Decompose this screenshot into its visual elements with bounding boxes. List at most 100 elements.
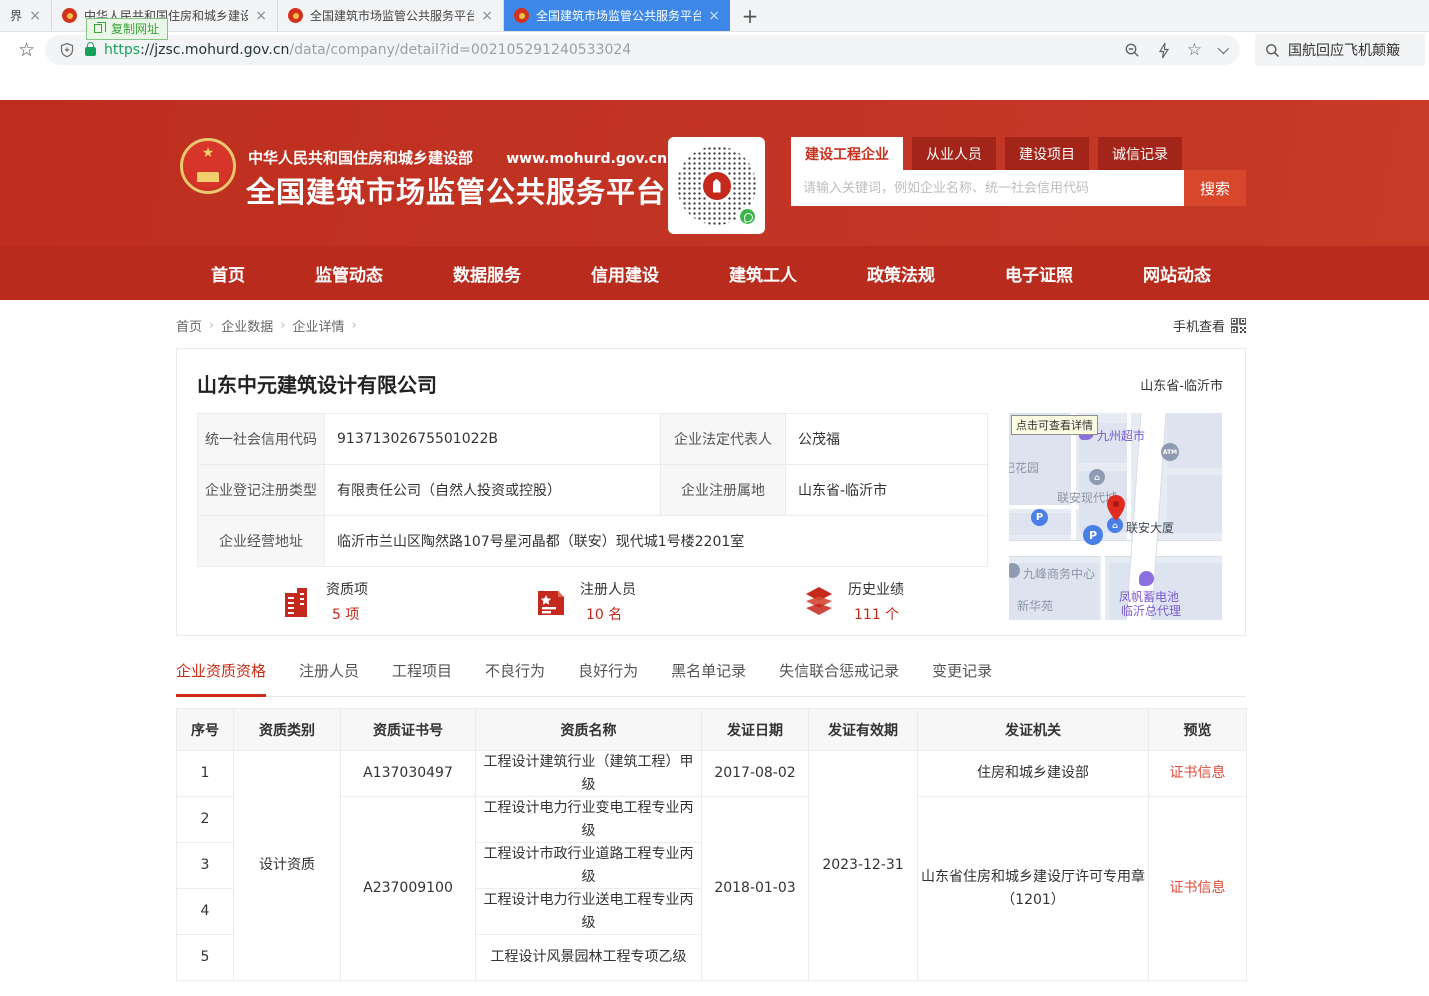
cell-authority: 山东省住房和城乡建设厅许可专用章（1201） bbox=[918, 797, 1149, 981]
nav-item-site-news[interactable]: 网站动态 bbox=[1143, 261, 1211, 286]
copy-icon bbox=[94, 24, 102, 33]
tab-good-behavior[interactable]: 良好行为 bbox=[578, 660, 638, 696]
mobile-view-button[interactable]: 手机查看 bbox=[1173, 316, 1246, 335]
cell-valid-until: 2023-12-31 bbox=[809, 751, 918, 981]
browser-url-row: ☆ https://jzsc.mohurd.gov.cn/data/compan… bbox=[0, 32, 1429, 68]
certificate-info-link[interactable]: 证书信息 bbox=[1149, 797, 1247, 981]
url-host: ://jzsc.mohurd.gov.cn bbox=[140, 42, 289, 58]
tab-title: 全国建筑市场监管公共服务平台 bbox=[310, 7, 474, 24]
bookmark-star-icon[interactable]: ☆ bbox=[18, 39, 35, 61]
nav-item-e-license[interactable]: 电子证照 bbox=[1005, 261, 1073, 286]
col-no: 序号 bbox=[177, 709, 234, 751]
copy-url-tooltip: 复制网址 bbox=[86, 18, 168, 40]
browser-tab-jzsc[interactable]: 全国建筑市场监管公共服务平台 × bbox=[278, 0, 504, 31]
building-icon bbox=[280, 585, 314, 619]
favorite-star-icon[interactable]: ☆ bbox=[1187, 40, 1202, 60]
col-cert-no: 资质证书号 bbox=[341, 709, 476, 751]
nav-item-credit[interactable]: 信用建设 bbox=[591, 261, 659, 286]
url-text: https://jzsc.mohurd.gov.cn/data/company/… bbox=[104, 42, 631, 58]
location-pin-icon bbox=[1107, 495, 1125, 521]
breadcrumb-home[interactable]: 首页 bbox=[176, 316, 202, 335]
cell-name: 工程设计市政行业道路工程专业丙级 bbox=[476, 843, 702, 889]
company-name: 山东中元建筑设计有限公司 bbox=[197, 369, 437, 398]
map-label-tower: 联安大厦 bbox=[1126, 519, 1174, 536]
layers-icon bbox=[802, 585, 836, 619]
stat-history-performance: 历史业绩 111 个 bbox=[802, 579, 904, 624]
nav-item-data-service[interactable]: 数据服务 bbox=[453, 261, 521, 286]
shield-plus-icon[interactable] bbox=[59, 42, 75, 58]
browser-tab-bar: 界 × 中华人民共和国住房和城乡建设 × 全国建筑市场监管公共服务平台 × 全国… bbox=[0, 0, 1429, 32]
address-bar[interactable]: https://jzsc.mohurd.gov.cn/data/company/… bbox=[45, 35, 1240, 65]
tab-close-icon[interactable]: × bbox=[255, 8, 267, 24]
stat-value: 10 名 bbox=[580, 604, 636, 624]
keyword-search-input[interactable] bbox=[791, 170, 1184, 206]
qr-center-logo-icon bbox=[701, 170, 733, 202]
site-top: ★ ★ 中华人民共和国住房和城乡建设部 www.mohurd.gov.cn 全国… bbox=[0, 100, 1429, 300]
tab-qualifications[interactable]: 企业资质资格 bbox=[176, 660, 266, 697]
platform-title: 全国建筑市场监管公共服务平台 bbox=[246, 169, 666, 211]
legal-rep-value: 公茂福 bbox=[786, 414, 988, 465]
reg-place-value: 山东省-临沂市 bbox=[786, 465, 988, 516]
detail-section-tabs: 企业资质资格 注册人员 工程项目 不良行为 良好行为 黑名单记录 失信联合惩戒记… bbox=[176, 660, 1246, 697]
cell-name: 工程设计电力行业送电工程专业丙级 bbox=[476, 889, 702, 935]
zoom-out-icon[interactable] bbox=[1124, 42, 1141, 59]
tab-title: 全国建筑市场监管公共服务平台 bbox=[536, 7, 701, 24]
ministry-url: www.mohurd.gov.cn bbox=[506, 151, 667, 167]
browser-tab-partial[interactable]: 界 × bbox=[0, 0, 52, 31]
chevron-down-icon[interactable] bbox=[1218, 46, 1226, 54]
address-label: 企业经营地址 bbox=[198, 516, 325, 567]
cell-name: 工程设计风景园林工程专项乙级 bbox=[476, 935, 702, 981]
stat-label: 历史业绩 bbox=[848, 579, 904, 599]
company-location-map[interactable]: 点击可查看详情 九州超市 ATM 记花园 ⌂ 联安现代城 P P ⌂ 联安大厦 … bbox=[1009, 413, 1222, 620]
trending-search-box[interactable]: 国航回应飞机颠簸 bbox=[1255, 34, 1425, 66]
certificate-info-link[interactable]: 证书信息 bbox=[1149, 751, 1247, 797]
tab-blacklist[interactable]: 黑名单记录 bbox=[671, 660, 746, 696]
tab-registered-personnel[interactable]: 注册人员 bbox=[299, 660, 359, 696]
legal-rep-label: 企业法定代表人 bbox=[661, 414, 786, 465]
breadcrumb-company-data[interactable]: 企业数据 bbox=[221, 316, 273, 335]
search-tab-personnel[interactable]: 从业人员 bbox=[912, 137, 996, 170]
flash-icon[interactable] bbox=[1157, 42, 1171, 59]
tab-bad-behavior[interactable]: 不良行为 bbox=[485, 660, 545, 696]
search-tab-credit[interactable]: 诚信记录 bbox=[1098, 137, 1182, 170]
tab-close-icon[interactable]: × bbox=[708, 8, 720, 24]
map-block bbox=[1167, 475, 1222, 533]
tab-close-icon[interactable]: × bbox=[481, 8, 493, 24]
map-label-xinhua: 新华苑 bbox=[1017, 597, 1053, 614]
tab-close-icon[interactable]: × bbox=[29, 8, 41, 24]
tab-dishonesty[interactable]: 失信联合惩戒记录 bbox=[779, 660, 899, 696]
search-button[interactable]: 搜索 bbox=[1184, 170, 1246, 206]
nav-item-policy[interactable]: 政策法规 bbox=[867, 261, 935, 286]
page-content: 首页 › 企业数据 › 企业详情 › 手机查看 山东中元建筑设计有限公司 山东省… bbox=[176, 315, 1246, 981]
cell-issue-date: 2017-08-02 bbox=[702, 751, 809, 797]
nav-item-home[interactable]: 首页 bbox=[211, 261, 245, 286]
tab-projects[interactable]: 工程项目 bbox=[392, 660, 452, 696]
col-authority: 发证机关 bbox=[918, 709, 1149, 751]
header-search-module: 建设工程企业 从业人员 建设项目 诚信记录 搜索 bbox=[791, 137, 1246, 206]
map-label-business-center: 九峰商务中心 bbox=[1023, 565, 1095, 582]
breadcrumb-company-detail[interactable]: 企业详情 bbox=[292, 316, 344, 335]
col-category: 资质类别 bbox=[234, 709, 341, 751]
site-header: 中华人民共和国住房和城乡建设部 www.mohurd.gov.cn 全国建筑市场… bbox=[0, 100, 1429, 246]
tab-change-records[interactable]: 变更记录 bbox=[932, 660, 992, 696]
nav-item-supervision[interactable]: 监管动态 bbox=[315, 261, 383, 286]
stat-value: 111 个 bbox=[848, 604, 904, 624]
parking-icon: P bbox=[1083, 525, 1103, 545]
emblem-favicon-icon bbox=[62, 8, 77, 23]
search-icon bbox=[1265, 43, 1280, 58]
map-road bbox=[1101, 556, 1105, 620]
national-emblem-icon bbox=[180, 138, 236, 194]
cell-name: 工程设计电力行业变电工程专业丙级 bbox=[476, 797, 702, 843]
breadcrumb: 首页 › 企业数据 › 企业详情 › 手机查看 bbox=[176, 315, 1246, 335]
new-tab-button[interactable]: + bbox=[730, 0, 770, 31]
table-header-row: 序号 资质类别 资质证书号 资质名称 发证日期 发证有效期 发证机关 预览 bbox=[177, 709, 1247, 751]
url-path: /data/company/detail?id=0021052912405330… bbox=[289, 42, 631, 58]
emblem-favicon-icon bbox=[514, 8, 529, 23]
cell-name: 工程设计建筑行业（建筑工程）甲级 bbox=[476, 751, 702, 797]
browser-tab-active[interactable]: 全国建筑市场监管公共服务平台 × bbox=[504, 0, 730, 31]
nav-item-workers[interactable]: 建筑工人 bbox=[729, 261, 797, 286]
search-tab-project[interactable]: 建设项目 bbox=[1005, 137, 1089, 170]
tab-title: 界 bbox=[10, 7, 22, 24]
table-row: 企业登记注册类型 有限责任公司（自然人投资或控股） 企业注册属地 山东省-临沂市 bbox=[198, 465, 988, 516]
search-tab-enterprise[interactable]: 建设工程企业 bbox=[791, 137, 903, 170]
